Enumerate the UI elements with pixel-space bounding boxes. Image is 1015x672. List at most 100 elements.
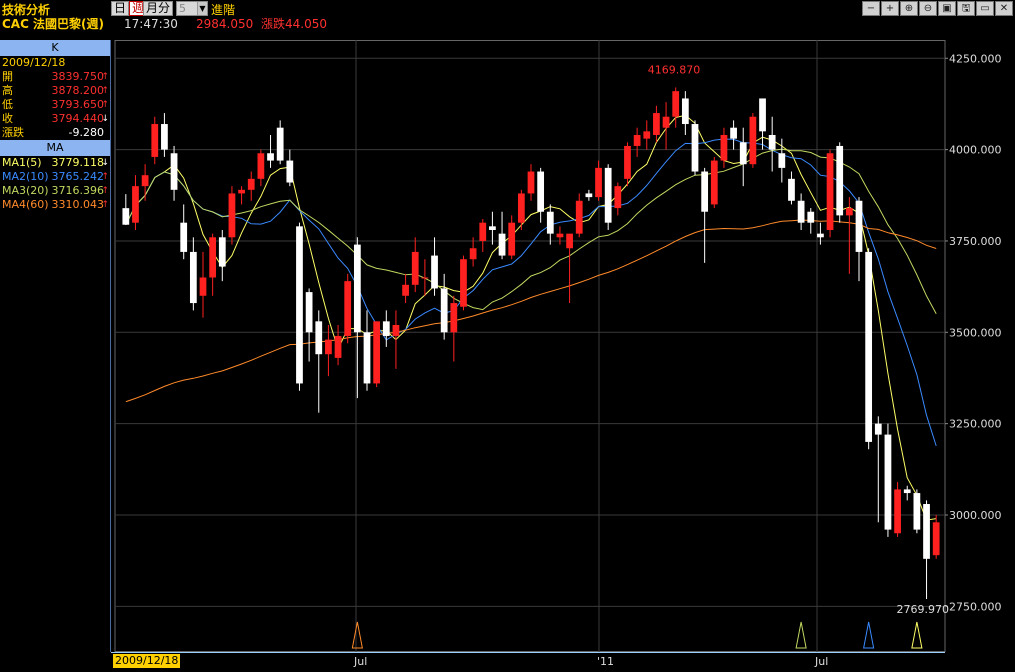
ma-header: MA <box>0 140 110 156</box>
candle-body <box>855 200 863 252</box>
candle-body <box>517 193 525 223</box>
period-day-button[interactable]: 日 <box>111 1 129 16</box>
open-value: 3839.750 <box>51 70 105 83</box>
candle-body <box>402 284 409 296</box>
candle-body <box>932 522 940 556</box>
close-icon[interactable]: ✕ <box>995 1 1013 16</box>
candle-body <box>180 222 188 252</box>
candle-body <box>807 211 815 223</box>
interval-value: 5 <box>179 2 186 15</box>
candle-body <box>411 251 419 285</box>
high-value: 3878.200 <box>51 84 105 97</box>
close-value: 3794.440 <box>51 112 105 125</box>
candle-body <box>585 193 593 198</box>
candle-body <box>122 208 130 225</box>
candle-body <box>923 504 930 559</box>
save-icon[interactable]: 🖫 <box>957 1 975 16</box>
candle-body <box>305 292 313 333</box>
candle-body <box>643 131 651 139</box>
candle-body <box>440 288 448 333</box>
restore-icon[interactable]: ▭ <box>976 1 994 16</box>
ma4-value: 3310.043 <box>51 198 105 211</box>
candle-body <box>267 153 274 161</box>
interval-select[interactable]: 5 ▼ <box>176 1 208 16</box>
candle-body <box>479 222 487 241</box>
candle-body <box>691 124 699 172</box>
low-label: 低 <box>2 98 13 111</box>
k-header: K <box>0 40 110 56</box>
zoom-out-button[interactable]: − <box>862 1 880 16</box>
signal-marker-icon <box>351 621 363 649</box>
low-value: 3793.650 <box>51 98 105 111</box>
candle-body <box>903 489 911 494</box>
low-annotation: 2769.970 <box>897 603 950 616</box>
candle-body <box>874 423 882 435</box>
candle-body <box>296 226 303 384</box>
candle-body <box>498 233 506 256</box>
signal-marker-icon <box>911 621 923 649</box>
ma1-label: MA1(5) <box>2 156 42 169</box>
candle-body <box>161 124 168 150</box>
magnify-plus-icon[interactable]: ⊕ <box>900 1 918 16</box>
ma2-label: MA2(10) <box>2 170 49 183</box>
chevron-down-icon: ▼ <box>197 2 207 15</box>
x-tick-label: Jul <box>354 655 368 668</box>
candle-body <box>595 167 602 198</box>
ma2-value: 3765.242 <box>51 170 105 183</box>
window-controls: − + ⊕ ⊖ ▣ 🖫 ▭ ✕ <box>862 1 1013 16</box>
ma3-label: MA3(20) <box>2 184 49 197</box>
candlestick-chart[interactable]: 4250.000 4000.000 3750.000 3500.000 3250.000… <box>111 40 1015 672</box>
y-tick-label: 3750.000 <box>949 235 1002 248</box>
candle-body <box>325 339 332 355</box>
quote-time: 17:47:30 <box>124 17 178 31</box>
plot-frame <box>114 40 946 652</box>
candle-body <box>489 226 496 230</box>
quote-price: 2984.050 <box>196 17 254 31</box>
arrow-up-icon: ↑ <box>101 86 109 96</box>
arrow-down-icon: ↓ <box>101 114 109 124</box>
app-title: 技術分析 <box>2 3 51 17</box>
advanced-button[interactable]: 進階 <box>211 1 235 18</box>
candle-body <box>546 211 554 234</box>
ma3-value: 3716.396 <box>51 184 105 197</box>
candle-body <box>566 233 573 249</box>
chart-svg[interactable]: 4250.000 4000.000 3750.000 3500.000 3250.000… <box>111 40 1015 652</box>
candle-body <box>469 248 477 260</box>
candle-body <box>826 153 834 230</box>
high-label: 高 <box>2 84 13 97</box>
candle-body <box>556 233 564 238</box>
signal-marker-icon <box>863 621 875 649</box>
quote-info-row: CAC 法國巴黎(週) 17:47:30 2984.050 漲跌44.050 <box>0 17 1015 34</box>
symbol-code: CAC <box>2 17 29 31</box>
candle-body <box>170 153 178 190</box>
period-month-button[interactable]: 月分 <box>143 1 173 16</box>
candle-body <box>894 489 901 534</box>
period-minute-label[interactable]: 分 <box>158 1 170 15</box>
candle-body <box>276 127 284 161</box>
change-label: 漲跌 <box>2 126 24 139</box>
candle-body <box>624 145 631 179</box>
candle-body <box>633 134 641 146</box>
candle-body <box>701 171 709 212</box>
candle-body <box>141 175 149 187</box>
candle-body <box>247 178 255 190</box>
candle-body <box>334 335 342 358</box>
candle-body <box>257 153 265 179</box>
print-icon[interactable]: ▣ <box>938 1 956 16</box>
candle-body <box>720 134 728 161</box>
candle-body <box>151 124 159 157</box>
candle-body <box>884 434 892 530</box>
candle-body <box>575 200 583 234</box>
candle-body <box>614 186 622 209</box>
open-label: 開 <box>2 70 13 83</box>
x-tick-label: 2009/12/18 <box>113 654 181 668</box>
candle-body <box>797 200 805 223</box>
quote-change: 漲跌44.050 <box>261 17 327 31</box>
zoom-in-button[interactable]: + <box>881 1 899 16</box>
candle-body <box>132 186 139 223</box>
candle-body <box>209 237 217 278</box>
period-month-label: 月 <box>145 1 158 15</box>
magnify-minus-icon[interactable]: ⊖ <box>919 1 937 16</box>
candle-body <box>865 251 873 442</box>
y-tick-label: 4250.000 <box>949 52 1002 65</box>
